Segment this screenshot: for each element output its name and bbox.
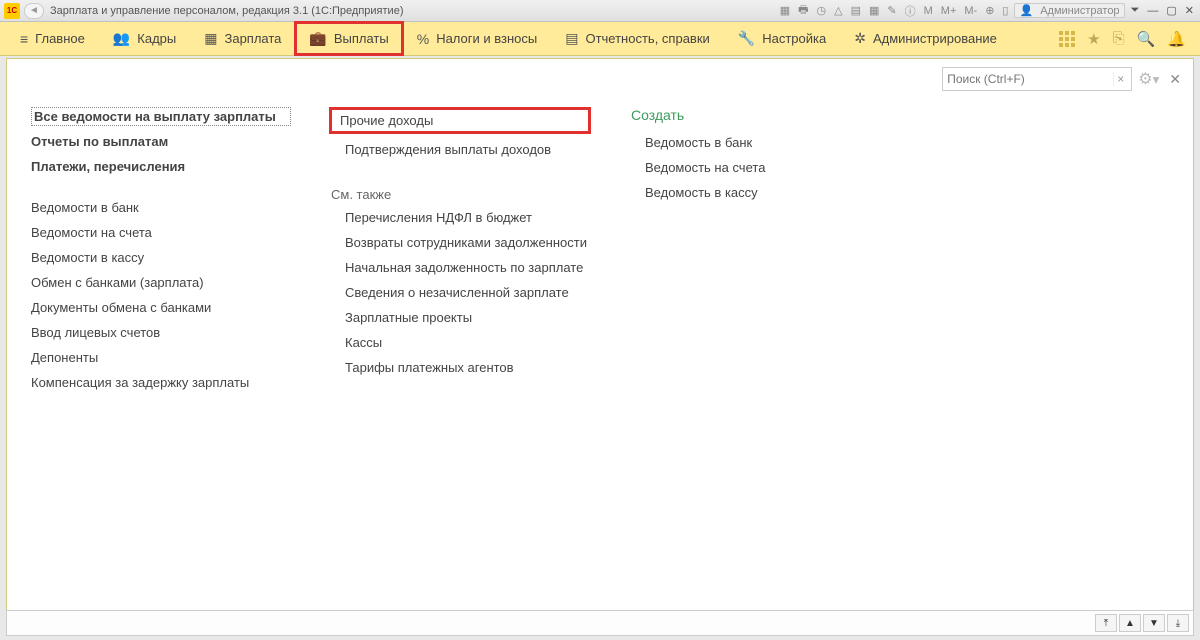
link-vedomosti-kassa[interactable]: Ведомости в кассу (31, 248, 291, 267)
link-obmen-bank[interactable]: Обмен с банками (зарплата) (31, 273, 291, 292)
link-nach-zadolzh[interactable]: Начальная задолженность по зарплате (331, 258, 591, 277)
create-vedomost-scheta[interactable]: Ведомость на счета (631, 158, 851, 177)
workspace-toolbar: × ⚙▾ ✕ (942, 67, 1185, 91)
scroll-up-button[interactable]: ▲ (1119, 614, 1141, 632)
clock-icon[interactable]: ◷ (815, 4, 829, 17)
app-logo: 1C (4, 3, 20, 19)
menu-otchetnost[interactable]: ▤ Отчетность, справки (551, 22, 724, 55)
people-icon: 👥 (113, 30, 130, 47)
close-button[interactable]: ✕ (1183, 4, 1196, 17)
back-button[interactable]: ◄ (24, 3, 44, 19)
scroll-bottom-button[interactable]: ⤓ (1167, 614, 1189, 632)
panel-close-button[interactable]: ✕ (1165, 71, 1185, 88)
create-heading: Создать (631, 107, 851, 127)
help-dropdown-icon[interactable]: ⏷ (1129, 4, 1142, 17)
menu-kadry[interactable]: 👥 Кадры (99, 22, 190, 55)
menu-nastroyka[interactable]: 🔧 Настройка (724, 22, 840, 55)
wallet-icon: 💼 (309, 30, 326, 47)
titlebar: 1C ◄ Зарплата и управление персоналом, р… (0, 0, 1200, 22)
menu-vyplaty-label: Выплаты (334, 31, 389, 46)
calc-icon[interactable]: ▦ (778, 4, 792, 17)
admin-badge[interactable]: 👤 Администратор (1014, 3, 1124, 18)
info-icon[interactable]: ⓘ (903, 3, 918, 19)
scroll-down-button[interactable]: ▼ (1143, 614, 1165, 632)
link-reports[interactable]: Отчеты по выплатам (31, 132, 291, 151)
copy-icon[interactable]: ⎘ (1113, 30, 1125, 47)
bottom-toolbar: ⤒ ▲ ▼ ⤓ (6, 610, 1194, 636)
function-columns: Все ведомости на выплату зарплаты Отчеты… (7, 59, 1193, 392)
maximize-button[interactable]: ▢ (1164, 4, 1178, 17)
link-vozvraty[interactable]: Возвраты сотрудниками задолженности (331, 233, 591, 252)
zoom-icon[interactable]: ⊕ (983, 4, 996, 17)
menu-main-icon: ≡ (20, 31, 28, 47)
link-vedomosti-scheta[interactable]: Ведомости на счета (31, 223, 291, 242)
link-tarify-agentov[interactable]: Тарифы платежных агентов (331, 358, 591, 377)
link-all-statements[interactable]: Все ведомости на выплату зарплаты (31, 107, 291, 126)
column-other: Прочие доходы Подтверждения выплаты дохо… (331, 107, 591, 392)
wrench-icon: 🔧 (738, 30, 755, 47)
link-prochie-dokhody-highlight: Прочие доходы (329, 107, 591, 134)
report-icon: ▤ (565, 30, 578, 47)
menu-admin[interactable]: ✲ Администрирование (840, 22, 1011, 55)
up-icon[interactable]: △ (832, 4, 844, 17)
search-icon[interactable]: 🔍 (1137, 30, 1156, 48)
link-svedeniya-nezach[interactable]: Сведения о незачисленной зарплате (331, 283, 591, 302)
settings-gear-icon[interactable]: ⚙▾ (1138, 69, 1159, 89)
gear-icon: ✲ (854, 30, 866, 47)
link-deponenty[interactable]: Депоненты (31, 348, 291, 367)
create-vedomost-bank[interactable]: Ведомость в банк (631, 133, 851, 152)
user-icon: 👤 (1017, 4, 1035, 17)
section-see-also: См. также (331, 181, 591, 202)
column-statements: Все ведомости на выплату зарплаты Отчеты… (31, 107, 291, 392)
window-title: Зарплата и управление персоналом, редакц… (50, 5, 403, 17)
menu-main-label: Главное (35, 31, 85, 46)
m-icon[interactable]: M (922, 5, 935, 17)
admin-label: Администратор (1038, 5, 1121, 17)
link-podtverzhdeniya[interactable]: Подтверждения выплаты доходов (331, 140, 591, 159)
menu-right-tools: ★ ⎘ 🔍 🔔 (1059, 22, 1194, 55)
grid-icon[interactable]: ▦ (867, 4, 881, 17)
menu-otchetnost-label: Отчетность, справки (585, 31, 709, 46)
link-prochie-dokhody[interactable]: Прочие доходы (340, 111, 433, 130)
link-perechisleniya-ndfl[interactable]: Перечисления НДФЛ в бюджет (331, 208, 591, 227)
mplus-icon[interactable]: M+ (939, 5, 959, 17)
menu-zarplata[interactable]: ▦ Зарплата (190, 22, 295, 55)
link-vedomosti-bank[interactable]: Ведомости в банк (31, 198, 291, 217)
menu-zarplata-label: Зарплата (224, 31, 281, 46)
menu-main[interactable]: ≡ Главное (6, 22, 99, 55)
table-icon: ▦ (204, 30, 217, 47)
link-payments[interactable]: Платежи, перечисления (31, 157, 291, 176)
link-kompensatsiya[interactable]: Компенсация за задержку зарплаты (31, 373, 291, 392)
menu-nastroyka-label: Настройка (762, 31, 826, 46)
link-docs-obmen[interactable]: Документы обмена с банками (31, 298, 291, 317)
main-menu: ≡ Главное 👥 Кадры ▦ Зарплата 💼 Выплаты %… (0, 22, 1200, 56)
menu-kadry-label: Кадры (137, 31, 176, 46)
search-clear-button[interactable]: × (1113, 72, 1127, 86)
save-icon[interactable]: ▤ (849, 4, 863, 17)
doc-icon[interactable]: ▯ (1000, 4, 1010, 17)
column-create: Создать Ведомость в банк Ведомость на сч… (631, 107, 851, 392)
menu-nalogi[interactable]: % Налоги и взносы (403, 22, 552, 55)
percent-icon: % (417, 31, 429, 47)
search-box[interactable]: × (942, 67, 1132, 91)
minimize-button[interactable]: — (1145, 5, 1160, 17)
titlebar-toolbar: ▦ 🖶 ◷ △ ▤ ▦ ✎ ⓘ M M+ M- ⊕ ▯ 👤 Администра… (778, 1, 1196, 20)
link-zarplatnye-proekty[interactable]: Зарплатные проекты (331, 308, 591, 327)
menu-nalogi-label: Налоги и взносы (436, 31, 537, 46)
mminus-icon[interactable]: M- (962, 5, 979, 17)
menu-admin-label: Администрирование (873, 31, 997, 46)
workspace: × ⚙▾ ✕ Все ведомости на выплату зарплаты… (6, 58, 1194, 614)
star-icon[interactable]: ★ (1087, 30, 1100, 48)
print-icon[interactable]: 🖶 (796, 1, 810, 20)
link-kassy[interactable]: Кассы (331, 333, 591, 352)
scroll-top-button[interactable]: ⤒ (1095, 614, 1117, 632)
cal-icon[interactable]: ✎ (885, 4, 898, 17)
bell-icon[interactable]: 🔔 (1167, 30, 1186, 48)
apps-grid-icon[interactable] (1059, 31, 1075, 47)
search-input[interactable] (947, 72, 1113, 86)
link-licevye-scheta[interactable]: Ввод лицевых счетов (31, 323, 291, 342)
menu-vyplaty[interactable]: 💼 Выплаты (295, 22, 402, 55)
create-vedomost-kassa[interactable]: Ведомость в кассу (631, 183, 851, 202)
